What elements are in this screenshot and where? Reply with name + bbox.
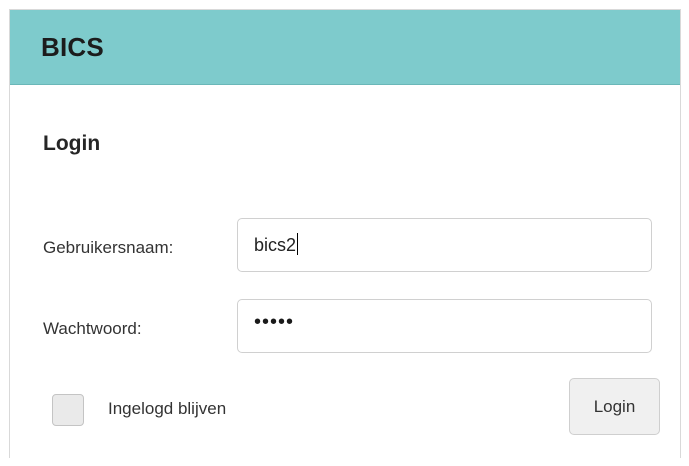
username-input[interactable]: bics2 bbox=[237, 218, 652, 272]
app-title: BICS bbox=[41, 32, 104, 62]
username-label: Gebruikersnaam: bbox=[43, 238, 174, 257]
password-label: Wachtwoord: bbox=[43, 319, 142, 338]
remember-me-label[interactable]: Ingelogd blijven bbox=[108, 399, 226, 419]
login-panel: BICS Login Gebruikersnaam: bics2 Wachtwo… bbox=[9, 9, 681, 458]
login-button[interactable]: Login bbox=[569, 378, 660, 435]
username-text: bics2 bbox=[254, 235, 297, 255]
username-value: bics2 bbox=[254, 233, 299, 256]
app-header: BICS bbox=[10, 10, 680, 85]
password-input[interactable]: ••••• bbox=[237, 299, 652, 353]
password-masked-value: ••••• bbox=[254, 311, 295, 333]
text-caret bbox=[297, 233, 299, 255]
login-title: Login bbox=[43, 132, 101, 155]
remember-me-checkbox[interactable] bbox=[52, 394, 84, 426]
